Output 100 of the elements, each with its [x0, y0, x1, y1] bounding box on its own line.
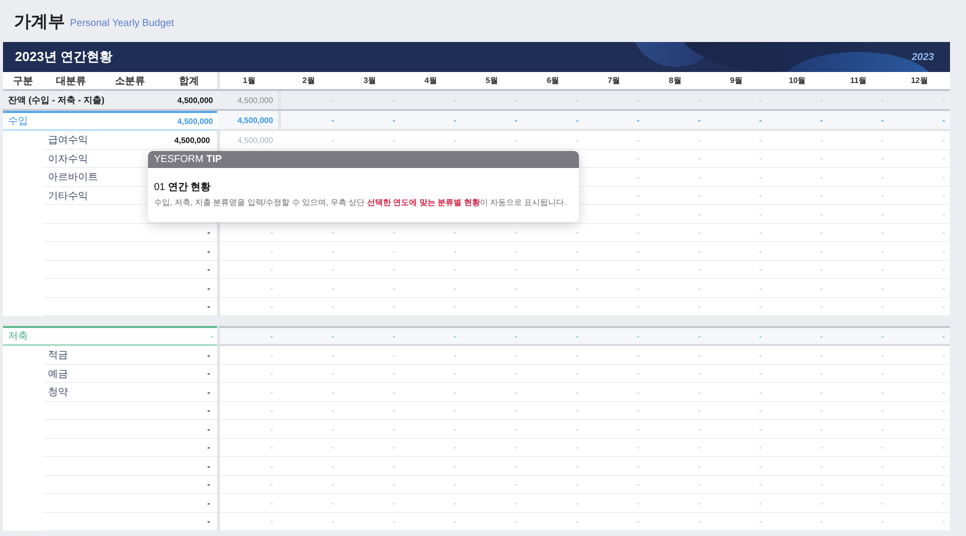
- table-cell-text: -: [330, 498, 336, 510]
- table-cell-text: -: [636, 516, 641, 528]
- table-cell-text: -: [392, 350, 396, 362]
- table-cell-text: -: [269, 442, 274, 454]
- table-cell-text: -: [758, 301, 763, 314]
- table-cell-text: -: [392, 386, 396, 399]
- table-cell-text: -: [880, 301, 885, 314]
- table-cell: 4,500,000: [217, 111, 278, 131]
- table-cell-text: -: [269, 368, 274, 380]
- table-cell-text: -: [696, 424, 702, 436]
- tip-text: 수입, 저축, 지출 분류명을 입력/수정할 수 있으며, 우측 상단 선택한 연도에 맞는 분류별 현황이 자동으로 표시됩니다.: [154, 197, 568, 208]
- table-cell-text: -: [452, 516, 458, 528]
- table-cell: -: [644, 111, 706, 131]
- page-subtitle: Personal Yearly Budget: [70, 16, 174, 28]
- table-cell-text: -: [636, 153, 641, 166]
- table-cell-text: -: [330, 405, 336, 418]
- table-cell-text: -: [269, 301, 274, 314]
- table-cell-text: -: [696, 442, 702, 454]
- table-cell-text: -: [758, 227, 763, 240]
- table-cell-text: -: [574, 246, 580, 258]
- total-cell-text: -: [206, 516, 211, 528]
- table-cell: -: [278, 326, 340, 346]
- table-cell-text: -: [696, 350, 702, 362]
- table-cell-text: -: [330, 460, 336, 473]
- table-cell-text: -: [636, 282, 641, 295]
- table-cell-text: -: [269, 227, 274, 240]
- table-cell-text: -: [941, 94, 946, 106]
- column-header: 11월: [849, 75, 868, 87]
- table-cell-text: -: [452, 368, 458, 380]
- table-cell-text: -: [941, 264, 946, 276]
- table-cell-text: -: [269, 424, 274, 436]
- column-header: 7월: [606, 75, 622, 87]
- table-cell-text: -: [696, 190, 702, 202]
- table-cell-text: 4,500,000: [236, 94, 274, 106]
- table-cell-text: -: [636, 498, 641, 510]
- table-cell: -: [583, 111, 645, 131]
- table-cell-text: -: [636, 172, 641, 184]
- table-cell: -: [706, 111, 767, 131]
- table-cell-text: -: [330, 350, 336, 362]
- table-cell-text: -: [880, 516, 885, 528]
- table-cell-text: -: [941, 350, 946, 362]
- table-cell-text: -: [574, 350, 580, 362]
- table-cell-text: -: [269, 516, 274, 528]
- table-cell-text: -: [758, 94, 763, 106]
- table-cell-text: -: [880, 94, 885, 106]
- table-cell-text: -: [514, 479, 518, 492]
- table-cell: -: [461, 326, 522, 346]
- table-cell-text: -: [574, 405, 580, 418]
- table-cell-text: -: [758, 246, 763, 258]
- table-cell-text: -: [880, 424, 885, 436]
- table-cell-text: -: [880, 172, 885, 184]
- year-label: 2023: [912, 52, 934, 62]
- table-cell-text: -: [636, 368, 641, 380]
- table-cell-text: -: [819, 442, 824, 454]
- table-cell-text: -: [574, 94, 580, 106]
- table-cell-text: -: [269, 460, 274, 473]
- table-cell-text: -: [758, 386, 763, 399]
- table-cell-text: -: [819, 134, 824, 147]
- table-cell-text: -: [819, 282, 824, 295]
- table-cell-text: -: [636, 405, 641, 418]
- table-cell-text: -: [330, 442, 336, 454]
- total-cell-text: -: [206, 424, 211, 436]
- table-cell-text: -: [636, 301, 641, 314]
- table-cell: -: [888, 111, 950, 131]
- tip-header: YESFORM TIP: [148, 151, 579, 168]
- table-cell-text: -: [452, 246, 458, 258]
- table-cell-text: -: [330, 386, 336, 399]
- table-cell-text: -: [452, 264, 458, 276]
- table-cell-text: -: [330, 301, 336, 314]
- table-cell-text: -: [514, 134, 518, 147]
- table-cell-text: -: [269, 405, 274, 418]
- table-cell-text: -: [758, 172, 763, 184]
- table-cell-text: -: [269, 264, 274, 276]
- table-cell-text: -: [880, 264, 885, 276]
- table-cell-text: -: [758, 350, 763, 362]
- table-cell-text: -: [696, 460, 702, 473]
- page-title: 가계부: [14, 10, 65, 32]
- table-cell-text: -: [514, 94, 518, 106]
- table-cell-text: -: [941, 172, 946, 184]
- table-cell: -: [888, 326, 950, 346]
- table-cell-text: -: [392, 368, 396, 380]
- table-cell-text: -: [819, 172, 824, 184]
- table-cell-text: -: [819, 460, 824, 473]
- table-cell-text: -: [514, 442, 518, 454]
- table-cell-text: -: [392, 246, 396, 258]
- column-header: 2월: [301, 75, 316, 87]
- table-cell: -: [278, 111, 340, 131]
- table-cell-text: -: [269, 246, 274, 258]
- table-cell-text: -: [819, 479, 824, 492]
- table-cell-text: -: [392, 516, 396, 528]
- total-cell-text: -: [206, 264, 211, 276]
- table-cell-text: -: [819, 516, 824, 528]
- total-cell-text: -: [206, 227, 211, 240]
- total-cell-text: -: [206, 368, 211, 380]
- table-cell-text: -: [819, 208, 824, 221]
- total-cell-text: -: [206, 405, 211, 418]
- table-cell-text: -: [452, 94, 458, 106]
- table-cell-text: -: [819, 246, 824, 258]
- total-cell-text: 4,500,000: [176, 94, 214, 106]
- table-cell: -: [583, 326, 645, 346]
